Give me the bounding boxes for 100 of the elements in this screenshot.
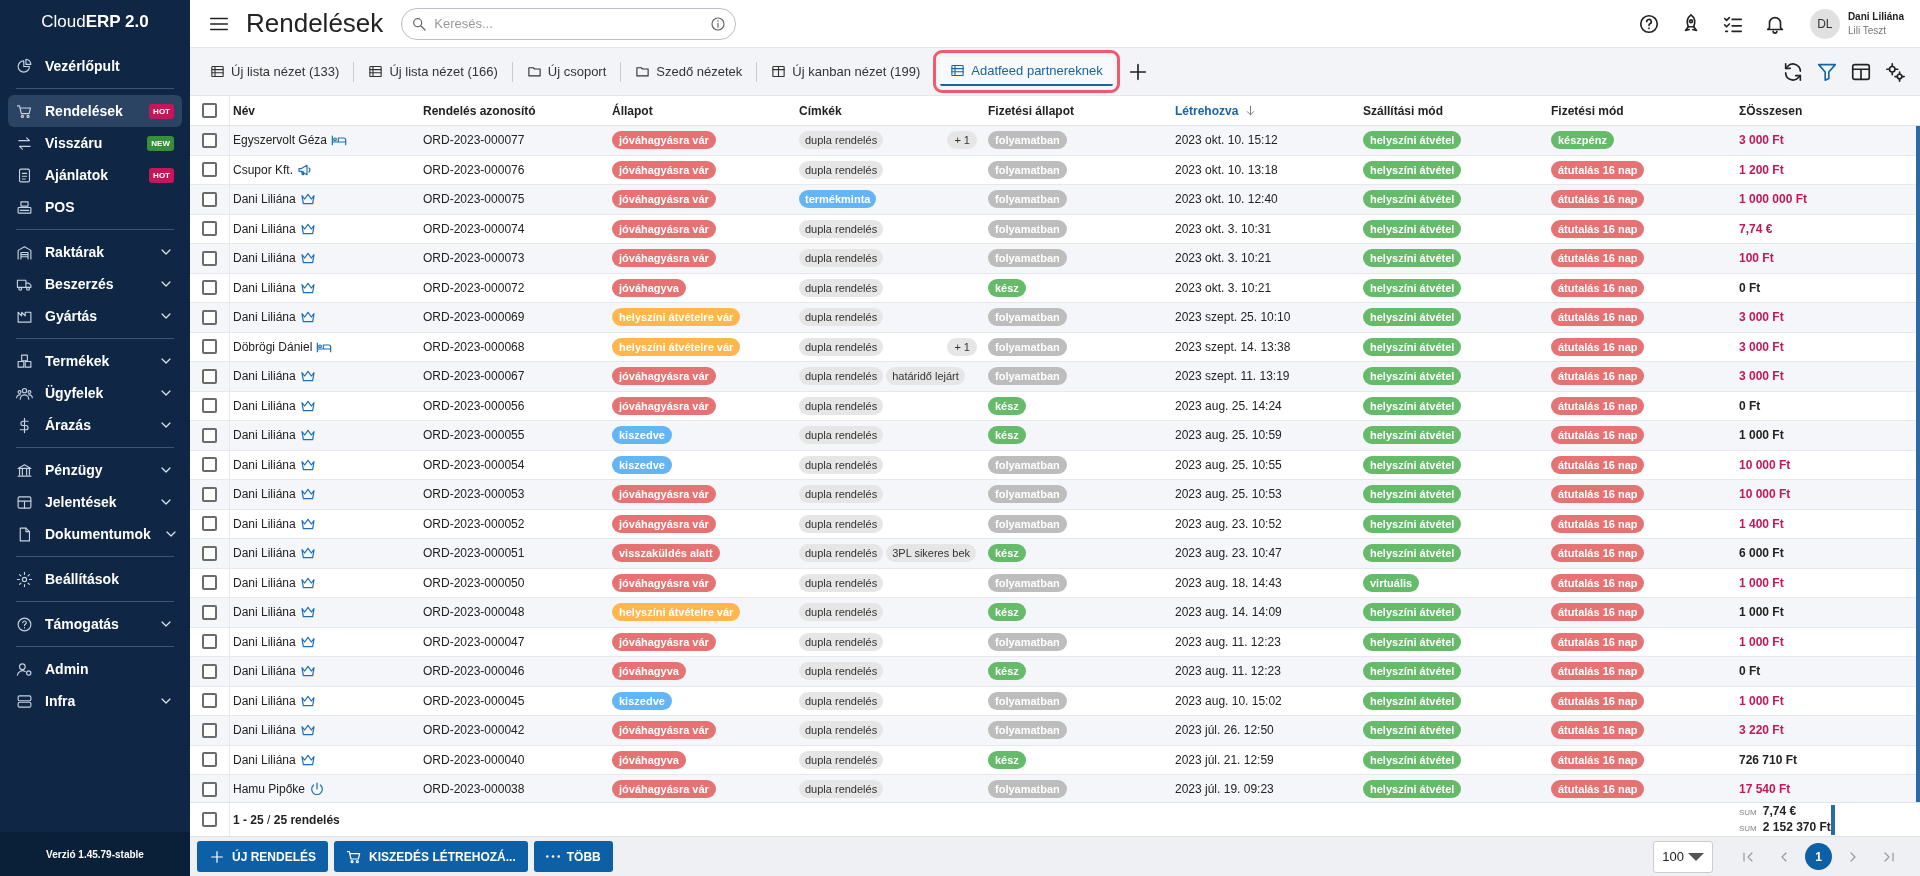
- sidebar-item[interactable]: Beszerzés: [8, 268, 182, 300]
- sidebar-item[interactable]: Dokumentumok: [8, 518, 182, 550]
- created-date: 2023 aug. 14. 14:09: [1175, 605, 1282, 620]
- sidebar-item[interactable]: Beállítások: [8, 563, 182, 595]
- more-tags-badge[interactable]: + 1: [947, 131, 977, 150]
- column-header[interactable]: Név: [230, 96, 420, 125]
- customer-name[interactable]: Dani Liliána: [233, 575, 296, 590]
- customer-name[interactable]: Döbrögi Dániel: [233, 339, 313, 354]
- checkbox[interactable]: [202, 309, 217, 325]
- action-button[interactable]: ÚJ RENDELÉS: [197, 841, 329, 872]
- customer-name[interactable]: Dani Liliána: [233, 752, 296, 767]
- checkbox[interactable]: [202, 781, 217, 797]
- sidebar-item[interactable]: Ajánlatok HOT: [8, 159, 182, 191]
- sidebar-item[interactable]: Rendelések HOT: [8, 95, 182, 127]
- column-header[interactable]: Rendelés azonosító: [420, 96, 609, 125]
- checkbox[interactable]: [202, 575, 217, 591]
- tab[interactable]: Új lista nézet (133): [200, 58, 350, 85]
- action-button[interactable]: TÖBB: [533, 841, 613, 872]
- customer-name[interactable]: Dani Liliána: [233, 546, 296, 561]
- customer-name[interactable]: Csupor Kft.: [233, 162, 294, 177]
- column-header[interactable]: Fizetési állapot: [985, 96, 1172, 125]
- tab[interactable]: Új lista nézet (166): [358, 58, 508, 85]
- checkbox[interactable]: [202, 634, 217, 650]
- sidebar-item[interactable]: POS: [8, 191, 182, 223]
- customer-name[interactable]: Dani Liliána: [233, 192, 296, 207]
- customer-name[interactable]: Dani Liliána: [233, 221, 296, 236]
- checkbox[interactable]: [202, 103, 217, 118]
- customer-name[interactable]: Dani Liliána: [233, 457, 296, 472]
- checkbox[interactable]: [202, 545, 217, 561]
- user-gear-icon: [16, 660, 33, 678]
- checkbox[interactable]: [202, 398, 217, 414]
- customer-name[interactable]: Dani Liliána: [233, 369, 296, 384]
- sidebar-item[interactable]: Támogatás: [8, 608, 182, 640]
- checkbox[interactable]: [202, 486, 217, 502]
- checkbox[interactable]: [202, 693, 217, 709]
- created-date: 2023 aug. 23. 10:47: [1175, 546, 1282, 561]
- checkbox[interactable]: [202, 250, 217, 266]
- checkbox[interactable]: [202, 132, 217, 148]
- status-badge: jóváhagyásra vár: [612, 249, 716, 268]
- customer-name[interactable]: Dani Liliána: [233, 516, 296, 531]
- checkbox[interactable]: [202, 604, 217, 620]
- sidebar-item[interactable]: Raktárak: [8, 236, 182, 268]
- scrollbar[interactable]: [1831, 805, 1835, 835]
- checkbox[interactable]: [202, 722, 217, 738]
- column-header[interactable]: Címkék: [796, 96, 985, 125]
- search-field[interactable]: Keresés...: [401, 7, 737, 40]
- checkbox[interactable]: [202, 457, 217, 473]
- payment-status-badge: folyamatban: [988, 367, 1067, 386]
- column-header[interactable]: Fizetési mód: [1548, 96, 1736, 125]
- customer-name[interactable]: Hamu Pipőke: [233, 782, 306, 797]
- avatar[interactable]: DL: [1809, 8, 1840, 39]
- sidebar-item[interactable]: Ügyfelek: [8, 377, 182, 409]
- customer-name[interactable]: Dani Liliána: [233, 693, 296, 708]
- checkbox[interactable]: [202, 427, 217, 443]
- tab[interactable]: Szedő nézetek: [625, 58, 753, 85]
- created-date: 2023 júl. 21. 12:59: [1175, 752, 1274, 767]
- column-header[interactable]: Létrehozva: [1172, 96, 1360, 125]
- sidebar-item[interactable]: Gyártás: [8, 300, 182, 332]
- checkbox[interactable]: [202, 368, 217, 384]
- action-button[interactable]: KISZEDÉS LÉTREHOZÁ...: [334, 841, 528, 872]
- scrollbar[interactable]: [1916, 126, 1920, 802]
- customer-name[interactable]: Dani Liliána: [233, 310, 296, 325]
- customer-name[interactable]: Dani Liliána: [233, 487, 296, 502]
- customer-name[interactable]: Dani Liliána: [233, 398, 296, 413]
- checkbox[interactable]: [202, 663, 217, 679]
- customer-name[interactable]: Egyszervolt Géza: [233, 133, 328, 148]
- sidebar-item[interactable]: Vezérlőpult: [8, 50, 182, 82]
- payment-method-badge: átutalás 16 nap: [1551, 308, 1645, 327]
- page-size-select[interactable]: 100: [1653, 840, 1713, 873]
- checkbox[interactable]: [202, 191, 217, 207]
- created-date: 2023 júl. 26. 12:50: [1175, 723, 1274, 738]
- checkbox[interactable]: [202, 280, 217, 296]
- tab[interactable]: Új kanban nézet (199): [761, 58, 931, 85]
- customer-name[interactable]: Dani Liliána: [233, 251, 296, 266]
- checkbox[interactable]: [202, 162, 217, 178]
- checkbox[interactable]: [202, 339, 217, 355]
- checkbox[interactable]: [202, 752, 217, 768]
- sidebar-item[interactable]: Visszáru NEW: [8, 127, 182, 159]
- sidebar-item[interactable]: Árazás: [8, 409, 182, 441]
- tab[interactable]: Új csoport: [516, 58, 617, 85]
- customer-name[interactable]: Dani Liliána: [233, 605, 296, 620]
- sidebar-item[interactable]: Pénzügy: [8, 454, 182, 486]
- sidebar-item[interactable]: Admin: [8, 653, 182, 685]
- customer-name[interactable]: Dani Liliána: [233, 634, 296, 649]
- checkbox[interactable]: [202, 516, 217, 532]
- sidebar-item[interactable]: Jelentések: [8, 486, 182, 518]
- tag: dupla rendelés: [799, 721, 884, 740]
- more-tags-badge[interactable]: + 1: [947, 337, 977, 356]
- column-header[interactable]: ΣÖsszesen: [1736, 96, 1920, 125]
- sidebar-item[interactable]: Infra: [8, 685, 182, 717]
- checkbox[interactable]: [202, 221, 217, 237]
- customer-name[interactable]: Dani Liliána: [233, 280, 296, 295]
- column-header[interactable]: Állapot: [609, 96, 796, 125]
- column-header[interactable]: Szállítási mód: [1360, 96, 1548, 125]
- sidebar-item[interactable]: Termékek: [8, 345, 182, 377]
- customer-name[interactable]: Dani Liliána: [233, 664, 296, 679]
- checkbox[interactable]: [202, 812, 217, 827]
- page-button[interactable]: 1: [1805, 843, 1832, 870]
- customer-name[interactable]: Dani Liliána: [233, 723, 296, 738]
- customer-name[interactable]: Dani Liliána: [233, 428, 296, 443]
